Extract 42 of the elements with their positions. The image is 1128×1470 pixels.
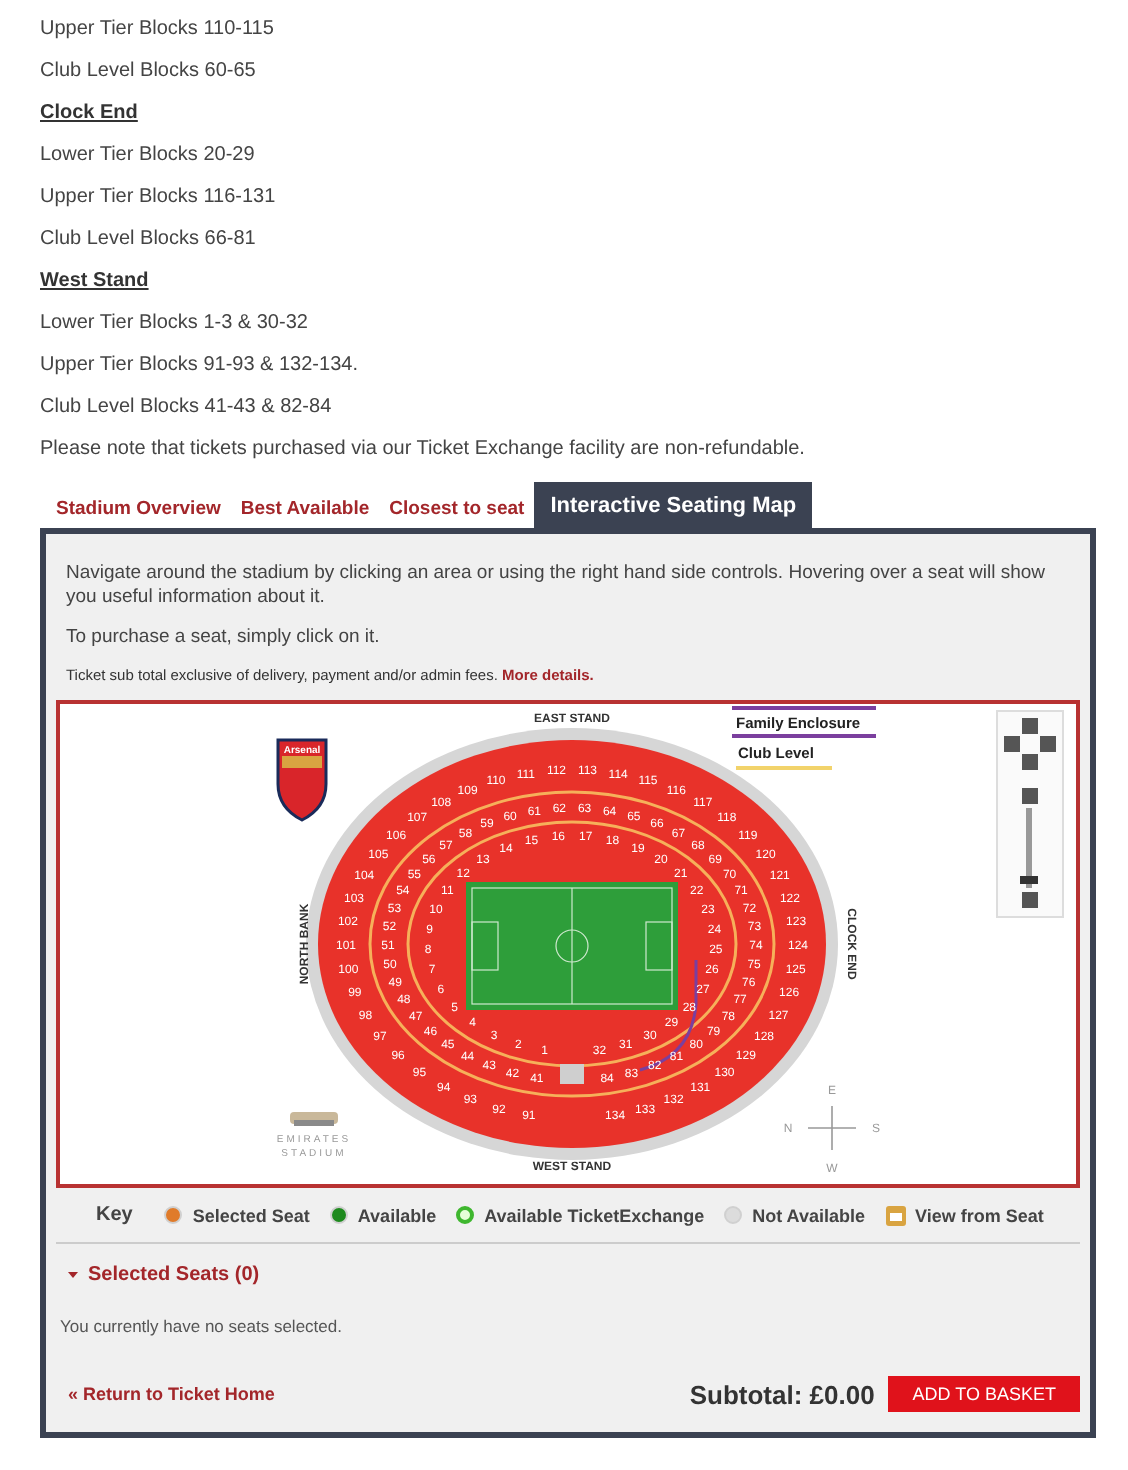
zoom-thumb[interactable] bbox=[1020, 876, 1038, 885]
tab[interactable]: Best Available bbox=[230, 490, 380, 528]
section-heading: Clock End bbox=[40, 100, 140, 128]
info-text: Club Level Blocks 66-81 bbox=[40, 226, 258, 254]
zoom-in-button[interactable] bbox=[1022, 788, 1038, 804]
add-to-basket-button[interactable]: ADD TO BASKET bbox=[888, 1376, 1080, 1412]
pan-up-button[interactable] bbox=[1022, 718, 1038, 734]
tab[interactable]: Stadium Overview bbox=[46, 490, 231, 528]
stadium-logo-icon bbox=[290, 1112, 338, 1126]
pan-down-button[interactable] bbox=[1022, 754, 1038, 770]
info-text: Club Level Blocks 60-65 bbox=[40, 58, 258, 86]
selected-seats-heading[interactable]: Selected Seats (0) bbox=[88, 1264, 260, 1286]
info-text: Upper Tier Blocks 116-131 bbox=[40, 184, 278, 212]
caret-icon[interactable] bbox=[68, 1270, 78, 1280]
legend-label: Available bbox=[357, 1205, 437, 1225]
intro-text: To purchase a seat, simply click on it. bbox=[66, 626, 382, 650]
key-title: Key bbox=[96, 1204, 133, 1226]
zoom-slider[interactable] bbox=[1026, 808, 1032, 888]
info-text: Club Level Blocks 41-43 & 82-84 bbox=[40, 394, 334, 422]
zoom-out-button[interactable] bbox=[1022, 892, 1038, 908]
tab[interactable]: Interactive Seating Map bbox=[534, 482, 813, 528]
info-text: Please note that tickets purchased via our Ticket Exchange facility are non-refundable. bbox=[40, 436, 807, 464]
legend-rule bbox=[732, 734, 876, 738]
tunnel-block bbox=[560, 1064, 584, 1084]
legend-label: Not Available bbox=[752, 1205, 865, 1225]
compass-icon bbox=[807, 1105, 857, 1151]
tab[interactable]: Closest to seat bbox=[379, 490, 535, 528]
pan-left-button[interactable] bbox=[1004, 736, 1020, 752]
legend-label: View from Seat bbox=[915, 1205, 1044, 1225]
info-text: Lower Tier Blocks 20-29 bbox=[40, 142, 257, 170]
info-text: Lower Tier Blocks 1-3 & 30-32 bbox=[40, 310, 310, 338]
info-text: Upper Tier Blocks 91-93 & 132-134. bbox=[40, 352, 360, 380]
stadium-map[interactable] bbox=[56, 700, 1080, 1188]
info-text: Upper Tier Blocks 110-115 bbox=[40, 16, 276, 44]
legend-label: Selected Seat bbox=[192, 1205, 310, 1225]
legend-label: Available TicketExchange bbox=[484, 1205, 705, 1225]
return-link[interactable]: « Return to Ticket Home bbox=[68, 1384, 275, 1404]
section-heading: West Stand bbox=[40, 268, 151, 296]
subtotal-text: Subtotal: £0.00 bbox=[689, 1379, 875, 1409]
empty-seats-text: You currently have no seats selected. bbox=[60, 1316, 344, 1336]
intro-text: Navigate around the stadium by clicking an area or using the right hand side controls. Hovering over a seat will show you useful information about it. bbox=[66, 562, 1048, 610]
pan-right-button[interactable] bbox=[1040, 736, 1056, 752]
